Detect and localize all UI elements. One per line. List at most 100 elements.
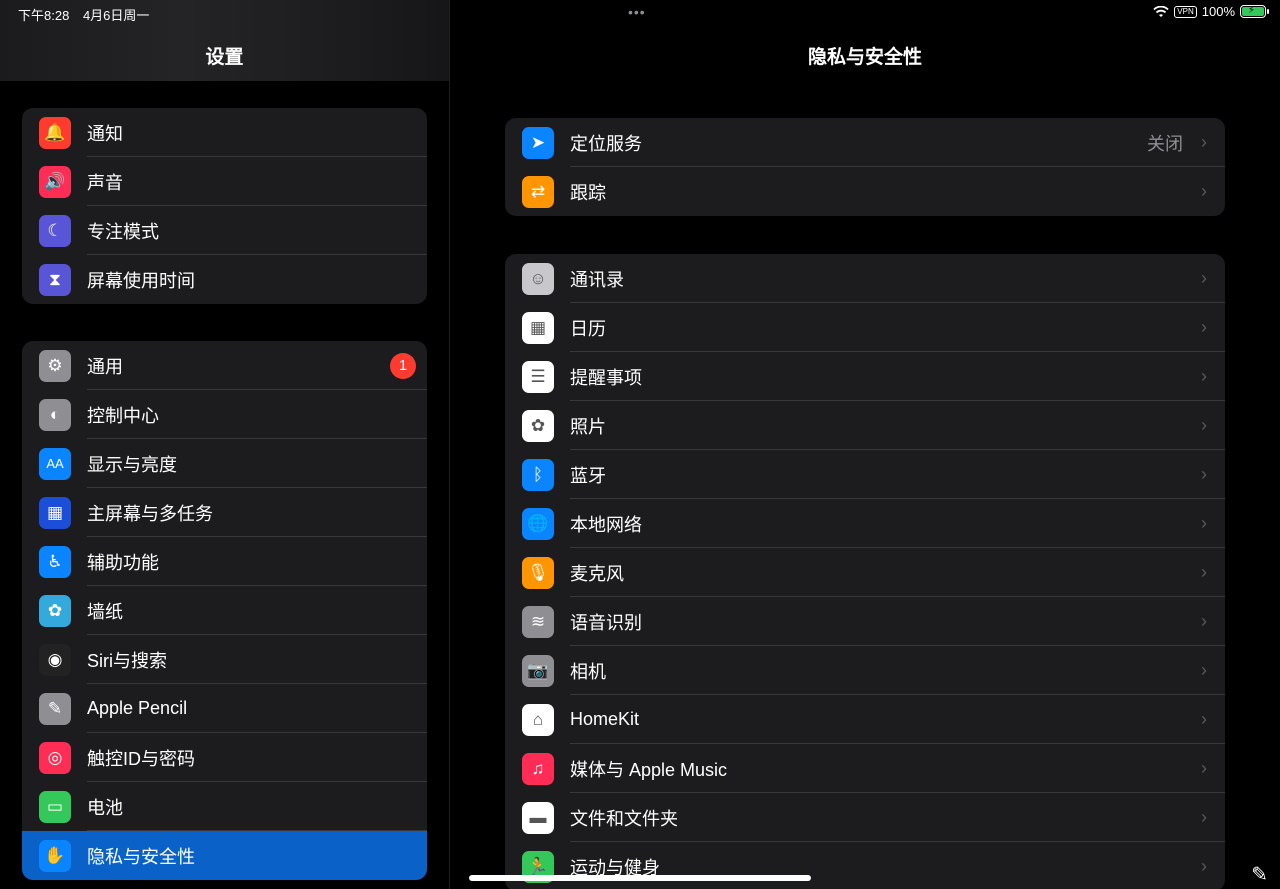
siri-icon: ◉: [39, 643, 71, 676]
sidebar-item-bell[interactable]: 🔔 通知: [22, 108, 427, 157]
detail-item-tracking[interactable]: ⇄ 跟踪 ›: [505, 167, 1225, 216]
detail-item-music-note[interactable]: ♫ 媒体与 Apple Music ›: [505, 744, 1225, 793]
detail-item-house[interactable]: ⌂ HomeKit ›: [505, 695, 1225, 744]
text-size-icon: AA: [39, 447, 71, 480]
chevron-right-icon: ›: [1201, 317, 1207, 337]
reminders-icon: ☰: [522, 360, 554, 393]
sidebar-item-fingerprint[interactable]: ◎ 触控ID与密码: [22, 733, 427, 782]
item-label: 墙纸: [87, 601, 123, 622]
status-time: 下午8:28: [18, 8, 70, 23]
vpn-badge: VPN: [1174, 5, 1197, 18]
sidebar-item-accessibility[interactable]: ♿ 辅助功能: [22, 537, 427, 586]
accessibility-icon: ♿: [39, 545, 71, 578]
detail-item-globe[interactable]: 🌐 本地网络 ›: [505, 499, 1225, 548]
toggles-icon: ◐: [39, 398, 71, 431]
speaker-icon: 🔊: [39, 165, 71, 198]
multitasking-dots-icon[interactable]: •••: [628, 4, 646, 20]
moon-icon: ☾: [39, 214, 71, 247]
chevron-right-icon: ›: [1201, 611, 1207, 631]
sidebar-item-speaker[interactable]: 🔊 声音: [22, 157, 427, 206]
sidebar-item-battery[interactable]: ▭ 电池: [22, 782, 427, 831]
sidebar-item-hand[interactable]: ✋ 隐私与安全性: [22, 831, 427, 880]
detail-item-microphone[interactable]: 🎙 麦克风 ›: [505, 548, 1225, 597]
status-bar-left: 下午8:28 4月6日周一: [18, 5, 159, 24]
item-label: 跟踪: [570, 182, 606, 203]
sidebar-item-pencil[interactable]: ✎ Apple Pencil: [22, 684, 427, 733]
item-label: 本地网络: [570, 514, 642, 535]
item-label: 定位服务: [570, 133, 642, 154]
item-label: 声音: [87, 172, 123, 193]
contacts-icon: ☺: [522, 262, 554, 295]
detail-group-permissions: ☺ 通讯录 › ▦ 日历 › ☰ 提醒事项 › ✿ 照片 › ᛒ 蓝牙 › 🌐 本地网络 › 🎙 麦克风 › ≋ 语音识别 ›…: [505, 254, 1225, 889]
chevron-right-icon: ›: [1201, 709, 1207, 729]
battery-icon: ▭: [39, 790, 71, 823]
sidebar-item-toggles[interactable]: ◐ 控制中心: [22, 390, 427, 439]
chevron-right-icon: ›: [1201, 562, 1207, 582]
item-label: 照片: [570, 416, 606, 437]
item-label: 屏幕使用时间: [87, 270, 195, 291]
calendar-icon: ▦: [522, 311, 554, 344]
fingerprint-icon: ◎: [39, 741, 71, 774]
privacy-detail-pane: 隐私与安全性 ➤ 定位服务 关闭 › ⇄ 跟踪 › ☺ 通讯录 › ▦ 日历 › ☰ 提醒事项 › ✿ 照片 › ᛒ…: [450, 0, 1280, 889]
detail-item-photos[interactable]: ✿ 照片 ›: [505, 401, 1225, 450]
chevron-right-icon: ›: [1201, 132, 1207, 152]
music-note-icon: ♫: [522, 752, 554, 785]
sidebar-item-hourglass[interactable]: ⧗ 屏幕使用时间: [22, 255, 427, 304]
item-label: 隐私与安全性: [87, 846, 195, 867]
hand-icon: ✋: [39, 839, 71, 872]
house-icon: ⌂: [522, 703, 554, 736]
sidebar-group-1: 🔔 通知 🔊 声音 ☾ 专注模式 ⧗ 屏幕使用时间: [22, 108, 427, 304]
globe-icon: 🌐: [522, 507, 554, 540]
scribble-pencil-icon: ✎: [1251, 864, 1268, 886]
detail-item-calendar[interactable]: ▦ 日历 ›: [505, 303, 1225, 352]
chevron-right-icon: ›: [1201, 268, 1207, 288]
gear-icon: ⚙: [39, 349, 71, 382]
sidebar-item-siri[interactable]: ◉ Siri与搜索: [22, 635, 427, 684]
battery-percent: 100%: [1201, 4, 1235, 19]
flower-icon: ✿: [39, 594, 71, 627]
chevron-right-icon: ›: [1201, 807, 1207, 827]
sidebar-item-home-grid[interactable]: ▦ 主屏幕与多任务: [22, 488, 427, 537]
detail-item-camera[interactable]: 📷 相机 ›: [505, 646, 1225, 695]
detail-item-waveform[interactable]: ≋ 语音识别 ›: [505, 597, 1225, 646]
sidebar-item-flower[interactable]: ✿ 墙纸: [22, 586, 427, 635]
status-date: 4月6日周一: [82, 8, 150, 23]
sidebar-item-text-size[interactable]: AA 显示与亮度: [22, 439, 427, 488]
item-label: 通知: [87, 123, 123, 144]
item-label: 显示与亮度: [87, 454, 177, 475]
camera-icon: 📷: [522, 654, 554, 687]
item-label: 语音识别: [570, 612, 642, 633]
bell-icon: 🔔: [39, 116, 71, 149]
folder-icon: ▬: [522, 801, 554, 834]
microphone-icon: 🎙: [522, 556, 554, 589]
detail-item-reminders[interactable]: ☰ 提醒事项 ›: [505, 352, 1225, 401]
item-label: HomeKit: [570, 709, 640, 729]
chevron-right-icon: ›: [1201, 660, 1207, 680]
item-label: 电池: [87, 797, 123, 818]
item-label: 主屏幕与多任务: [87, 503, 213, 524]
detail-group-location: ➤ 定位服务 关闭 › ⇄ 跟踪 ›: [505, 118, 1225, 216]
chevron-right-icon: ›: [1201, 464, 1207, 484]
item-value: 关闭: [1147, 133, 1183, 154]
detail-item-runner[interactable]: 🏃 运动与健身 ›: [505, 842, 1225, 889]
page-title: 隐私与安全性: [807, 47, 922, 68]
detail-item-folder[interactable]: ▬ 文件和文件夹 ›: [505, 793, 1225, 842]
sidebar-item-gear[interactable]: ⚙ 通用 1: [22, 341, 427, 390]
detail-item-contacts[interactable]: ☺ 通讯录 ›: [505, 254, 1225, 303]
tracking-icon: ⇄: [522, 175, 554, 208]
home-indicator[interactable]: [469, 875, 811, 881]
item-label: Siri与搜索: [87, 650, 167, 671]
item-label: 触控ID与密码: [87, 748, 195, 769]
item-label: 麦克风: [570, 563, 624, 584]
sidebar-group-2: ⚙ 通用 1 ◐ 控制中心 AA 显示与亮度 ▦ 主屏幕与多任务 ♿ 辅助功能 ✿ 墙纸 ◉ Siri与搜索…: [22, 341, 427, 880]
bluetooth-icon: ᛒ: [522, 458, 554, 491]
item-label: 日历: [570, 318, 606, 339]
item-label: 提醒事项: [570, 367, 642, 388]
sidebar-title: 设置: [205, 47, 244, 68]
detail-item-location-arrow[interactable]: ➤ 定位服务 关闭 ›: [505, 118, 1225, 167]
settings-sidebar: 设置 🔔 通知 🔊 声音 ☾ 专注模式 ⧗ 屏幕使用时间 ⚙ 通用 1 ◐ 控制中心 AA 显示与亮度 ▦ 主…: [0, 0, 449, 889]
notification-badge: 1: [390, 352, 416, 379]
hourglass-icon: ⧗: [39, 263, 71, 296]
sidebar-item-moon[interactable]: ☾ 专注模式: [22, 206, 427, 255]
detail-item-bluetooth[interactable]: ᛒ 蓝牙 ›: [505, 450, 1225, 499]
